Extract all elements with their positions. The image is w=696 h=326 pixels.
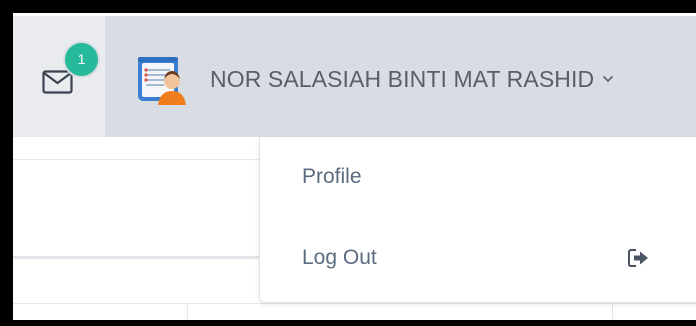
screenshot-frame: 1 NOR SALASIAH BINTI MAT RASHID Profile … [13,13,696,320]
table-column-divider [187,303,188,320]
table-divider [13,159,259,160]
envelope-icon [42,70,73,94]
sign-out-icon [628,249,648,267]
table-column-divider [612,303,613,320]
avatar [138,57,186,105]
user-name: NOR SALASIAH BINTI MAT RASHID [210,65,595,92]
table-divider [13,303,696,304]
notification-badge: 1 [63,41,100,78]
menu-item-profile[interactable]: Profile [260,147,696,207]
menu-item-label: Log Out [302,246,377,269]
menu-item-label: Profile [302,165,362,188]
chevron-down-icon [603,75,614,83]
table-divider [13,256,259,259]
notifications-toggle[interactable]: 1 [13,16,105,137]
user-dropdown-menu: Profile Log Out [259,137,696,303]
menu-item-logout[interactable]: Log Out [260,228,696,288]
user-menu-toggle[interactable]: NOR SALASIAH BINTI MAT RASHID [134,54,614,105]
top-navbar: 1 NOR SALASIAH BINTI MAT RASHID [13,16,696,137]
